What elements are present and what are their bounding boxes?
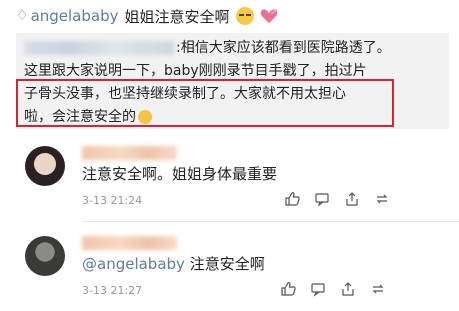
blurred-username[interactable] xyxy=(82,146,177,160)
reply-icon[interactable] xyxy=(303,278,333,300)
quoted-post[interactable]: :相信大家应该都看到医院路透了。 这里跟大家说明一下，baby刚刚录节目手戳了，… xyxy=(16,33,449,129)
blurred-username[interactable] xyxy=(82,236,177,250)
reply-icon[interactable] xyxy=(307,188,337,210)
unamused-emoji-icon xyxy=(235,7,254,25)
like-icon[interactable] xyxy=(273,278,303,300)
comment-time: 3-13 21:27 xyxy=(82,284,143,297)
quote-line-3: 子骨头没事，也坚持继续录制了。大家就不用太担心 xyxy=(24,86,346,102)
smile-emoji-icon xyxy=(138,110,152,124)
blurred-username xyxy=(24,41,174,55)
repost-icon[interactable] xyxy=(367,188,397,210)
comment-time: 3-13 21:24 xyxy=(82,194,143,207)
quoted-post-text: :相信大家应该都看到医院路透了。 这里跟大家说明一下，baby刚刚录节目手戳了，… xyxy=(24,37,444,129)
diamond-icon: ♢ xyxy=(16,8,29,24)
comment-item: 注意安全啊。姐姐身体最重要 3-13 21:24 xyxy=(0,136,459,222)
divider xyxy=(82,221,459,222)
post-text: 姐姐注意安全啊 xyxy=(124,7,230,26)
quote-line-2: 这里跟大家说明一下，baby刚刚录节目手戳了，拍过片 xyxy=(24,63,367,79)
comment-actions xyxy=(277,188,397,210)
repost-icon[interactable] xyxy=(363,278,393,300)
share-icon[interactable] xyxy=(333,278,363,300)
comment-item: @angelababy 注意安全啊 3-13 21:27 xyxy=(0,226,459,311)
post-header: ♢ angelababy 姐姐注意安全啊 xyxy=(0,0,459,32)
avatar[interactable] xyxy=(25,236,65,276)
author-link[interactable]: angelababy xyxy=(31,7,119,25)
comment-actions xyxy=(273,278,393,300)
avatar[interactable] xyxy=(25,146,65,186)
comment-text: 注意安全啊。姐姐身体最重要 xyxy=(82,165,278,183)
like-icon[interactable] xyxy=(277,188,307,210)
share-icon[interactable] xyxy=(337,188,367,210)
quote-line-4: 啦，会注意安全的 xyxy=(24,109,136,125)
comment-text: @angelababy 注意安全啊 xyxy=(82,255,265,273)
quote-line-1: :相信大家应该都看到医院路透了。 xyxy=(176,40,391,56)
heart-icon xyxy=(260,9,277,24)
